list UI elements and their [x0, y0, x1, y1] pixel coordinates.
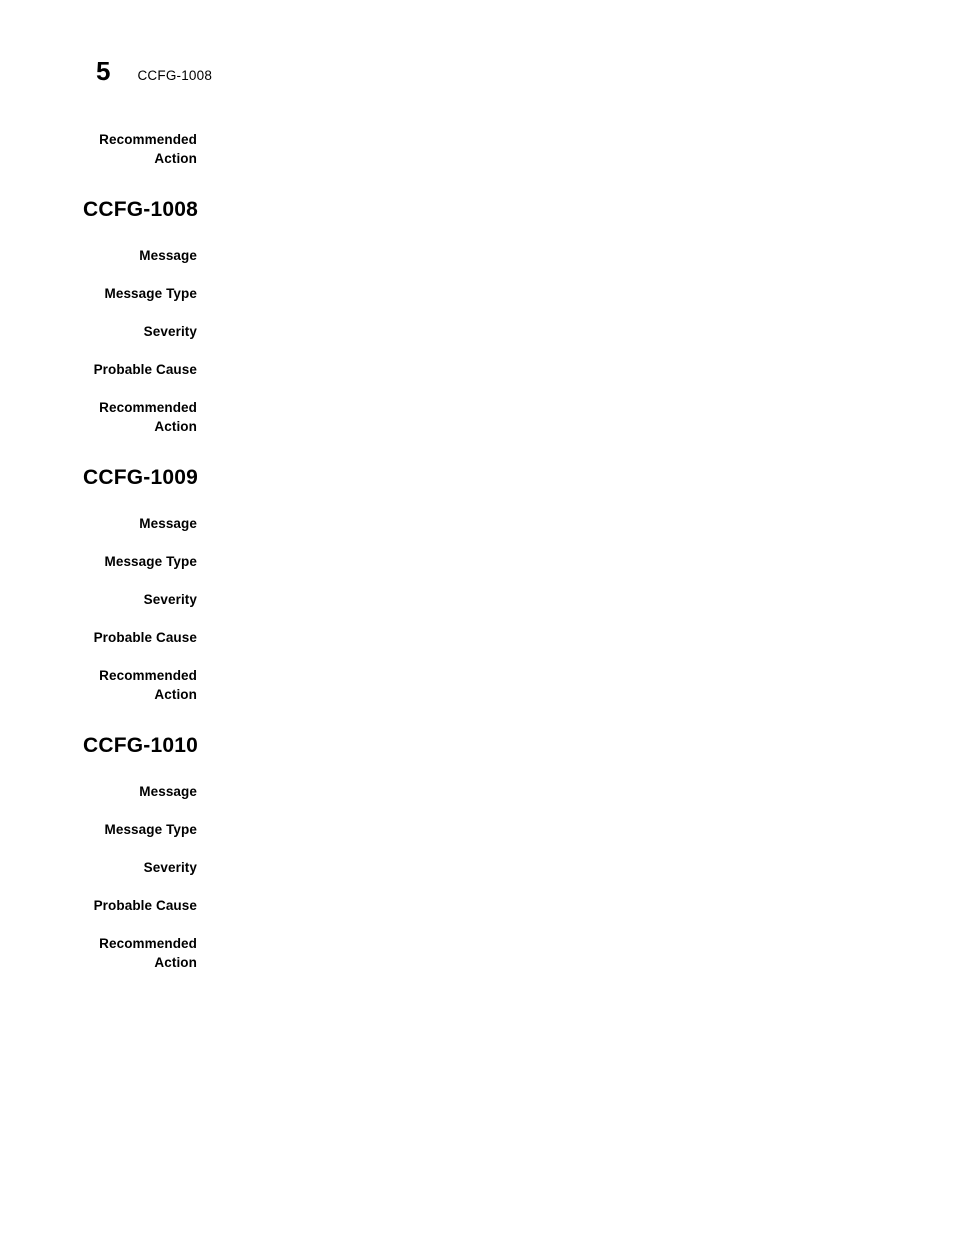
- definition-row: Message Type: [83, 284, 873, 303]
- page-number: 5: [96, 56, 111, 86]
- definition-row: Message: [83, 514, 873, 533]
- section-heading-ccfg-1010: CCFG-1010: [83, 734, 199, 758]
- section-list: CCFG-1008 Message Message Type Severity Prob…: [83, 198, 873, 972]
- definition-value-probable-cause: [197, 896, 873, 915]
- definition-label-message-type: Message Type: [104, 554, 197, 570]
- definition-row: Message: [83, 246, 873, 265]
- running-header-title: CCFG-1008: [137, 68, 213, 83]
- definition-value-severity: [197, 858, 873, 877]
- definition-row: Message Type: [83, 552, 873, 571]
- definition-label-message: Message: [139, 248, 197, 264]
- definition-label-probable-cause: Probable Cause: [93, 898, 197, 914]
- definition-value-recommended-action: [197, 398, 873, 417]
- definition-row: Message Type: [83, 820, 873, 839]
- definition-row: Recommended Action: [83, 666, 873, 704]
- definition-value-recommended-action: [197, 130, 873, 149]
- definition-row: Recommended Action: [83, 934, 873, 972]
- definition-label-severity: Severity: [143, 324, 197, 340]
- definition-value-severity: [197, 590, 873, 609]
- definition-label-recommended-action: Recommended Action: [99, 132, 197, 166]
- definition-row: Severity: [83, 590, 873, 609]
- definition-value-message: [197, 246, 873, 265]
- definition-value-message-type: [197, 820, 873, 839]
- definition-value-recommended-action: [197, 666, 873, 685]
- section-heading-ccfg-1009: CCFG-1009: [83, 466, 199, 490]
- definition-label-probable-cause: Probable Cause: [93, 630, 197, 646]
- definition-label-severity: Severity: [143, 860, 197, 876]
- definition-row: Message: [83, 782, 873, 801]
- definition-row: Severity: [83, 858, 873, 877]
- definition-label-recommended-action: Recommended Action: [99, 400, 197, 435]
- definition-value-recommended-action: [197, 934, 873, 953]
- definition-label-severity: Severity: [143, 592, 197, 608]
- definition-row: Recommended Action: [83, 398, 873, 436]
- definition-row: Probable Cause: [83, 896, 873, 915]
- definition-value-probable-cause: [197, 360, 873, 379]
- definition-row: Severity: [83, 322, 873, 341]
- definition-row: Recommended Action: [83, 130, 873, 168]
- definition-value-severity: [197, 322, 873, 341]
- document-body: Recommended Action CCFG-1008 Message Messa…: [83, 130, 873, 972]
- section-heading-ccfg-1008: CCFG-1008: [83, 198, 199, 221]
- definition-value-message-type: [197, 284, 873, 303]
- definition-value-message-type: [197, 552, 873, 571]
- running-header: 5 CCFG-1008: [96, 58, 212, 84]
- definition-row: Probable Cause: [83, 360, 873, 379]
- definition-row: Probable Cause: [83, 628, 873, 647]
- definition-label-message-type: Message Type: [104, 822, 197, 838]
- definition-value-message: [197, 782, 873, 801]
- definition-label-message-type: Message Type: [104, 286, 197, 302]
- definition-value-message: [197, 514, 873, 533]
- definition-value-probable-cause: [197, 628, 873, 647]
- definition-label-recommended-action: Recommended Action: [99, 936, 197, 971]
- definition-label-message: Message: [139, 516, 197, 532]
- document-page: 5 CCFG-1008 Recommended Action CCFG-1008…: [0, 0, 954, 1235]
- definition-label-probable-cause: Probable Cause: [93, 362, 197, 378]
- definition-label-recommended-action: Recommended Action: [99, 668, 197, 703]
- definition-label-message: Message: [139, 784, 197, 800]
